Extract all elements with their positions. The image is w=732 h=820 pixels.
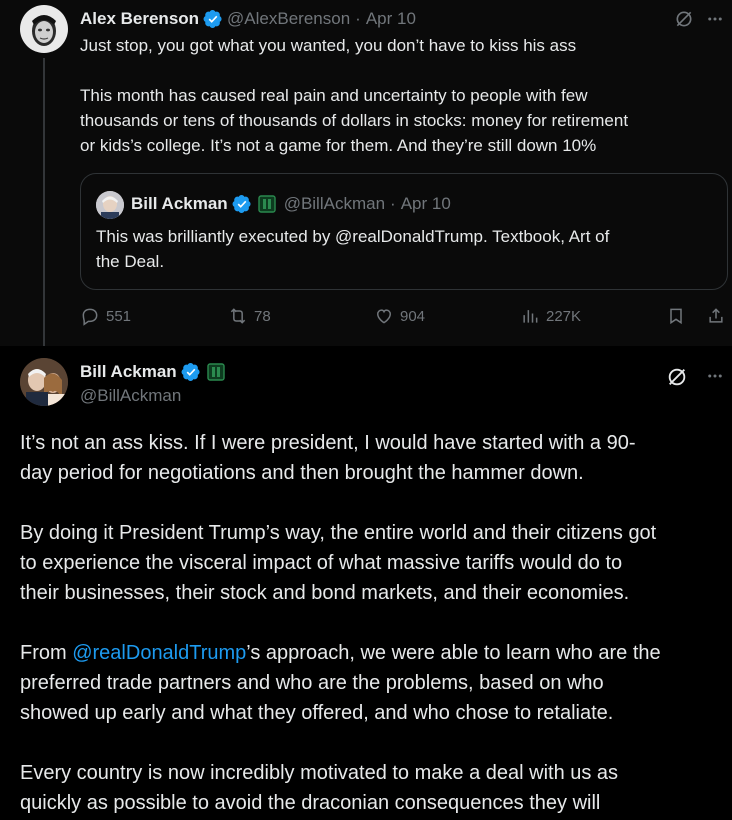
views-count: 227K xyxy=(546,307,582,325)
bookmark-button[interactable] xyxy=(666,306,692,326)
tweet-text-line: their businesses, their stock and bond m… xyxy=(20,582,630,604)
quoted-tweet-text: This was brilliantly executed by @realDo… xyxy=(96,224,716,274)
quoted-tweet-date: Apr 10 xyxy=(400,194,451,213)
text-segment: ’s approach, we were able to learn who a… xyxy=(246,642,661,664)
like-icon xyxy=(376,309,392,324)
tweet-text-line: This month has caused real pain and unce… xyxy=(80,86,588,105)
tweet-text-line: Every country is now incredibly motivate… xyxy=(20,762,619,784)
separator: · xyxy=(390,194,396,213)
bookmark-icon xyxy=(670,308,682,325)
tweet-text-line: to experience the visceral impact of wha… xyxy=(20,552,623,574)
grok-icon[interactable] xyxy=(664,364,690,390)
quoted-author-name: Bill Ackman xyxy=(131,194,228,213)
verified-badge-icon[interactable] xyxy=(181,362,201,382)
quoted-tweet-card[interactable]: Bill Ackman @BillAckman · Apr 10 This wa… xyxy=(80,173,728,290)
tweet-date[interactable]: Apr 10 xyxy=(366,9,416,29)
views-icon xyxy=(523,310,538,323)
avatar[interactable] xyxy=(20,5,68,53)
more-icon[interactable] xyxy=(703,364,727,388)
repost-icon xyxy=(230,308,246,324)
like-count: 904 xyxy=(400,307,426,325)
reply-count: 551 xyxy=(106,307,132,325)
tweet-text: It’s not an ass kiss. If I were presiden… xyxy=(20,428,720,818)
share-icon xyxy=(709,308,723,323)
reply-icon xyxy=(82,308,98,326)
quoted-avatar xyxy=(96,191,124,219)
separator: · xyxy=(355,9,361,28)
tweet-text-line: preferred trade partners and who are the… xyxy=(20,672,604,694)
mention-link[interactable]: @realDonaldTrump xyxy=(72,642,246,664)
repost-count: 78 xyxy=(254,307,271,325)
quoted-author-handle: @BillAckman xyxy=(283,194,386,213)
quoted-text-line: This was brilliantly executed by @realDo… xyxy=(96,227,610,246)
tweet-text-line: or kids’s college. It’s not a game for t… xyxy=(80,136,597,155)
author-name[interactable]: Bill Ackman xyxy=(80,362,177,382)
affiliate-badge-icon[interactable] xyxy=(206,363,225,381)
author-name[interactable]: Alex Berenson xyxy=(80,9,199,29)
grok-icon[interactable] xyxy=(672,7,696,31)
share-button[interactable] xyxy=(706,306,732,326)
views-button[interactable]: 227K xyxy=(520,306,581,326)
thread-connector-line xyxy=(43,58,45,354)
tweet-text-line: showed up early and what they offered, a… xyxy=(20,702,614,724)
like-button[interactable]: 904 xyxy=(374,306,425,326)
tweet-text-line: From @realDonaldTrump’s approach, we wer… xyxy=(20,638,720,668)
tweet-action-bar: 551 78 904 227K xyxy=(80,306,730,330)
tweet-text-line: quickly as possible to avoid the draconi… xyxy=(20,792,601,814)
reply-button[interactable]: 551 xyxy=(80,306,131,326)
author-handle[interactable]: @AlexBerenson xyxy=(227,9,350,29)
verified-badge-icon[interactable] xyxy=(203,9,223,29)
affiliate-badge-icon xyxy=(257,195,276,213)
repost-button[interactable]: 78 xyxy=(228,306,271,326)
tweet-text-line: By doing it President Trump’s way, the e… xyxy=(20,522,657,544)
author-handle[interactable]: @BillAckman xyxy=(80,386,181,406)
avatar[interactable] xyxy=(20,358,68,406)
tweet-text-line: It’s not an ass kiss. If I were presiden… xyxy=(20,432,636,454)
parent-tweet[interactable]: Alex Berenson @AlexBerenson · Apr 10 Jus… xyxy=(0,0,732,354)
tweet-text-line: Just stop, you got what you wanted, you … xyxy=(80,36,577,55)
quoted-text-line: the Deal. xyxy=(96,252,165,271)
tweet-text: Just stop, you got what you wanted, you … xyxy=(80,33,720,158)
text-segment: From xyxy=(20,642,73,664)
tweet-text-line: thousands or tens of thousands of dollar… xyxy=(80,111,629,130)
more-icon[interactable] xyxy=(703,7,727,31)
verified-badge-icon xyxy=(232,195,251,213)
tweet-text-line: day period for negotiations and then bro… xyxy=(20,462,584,484)
